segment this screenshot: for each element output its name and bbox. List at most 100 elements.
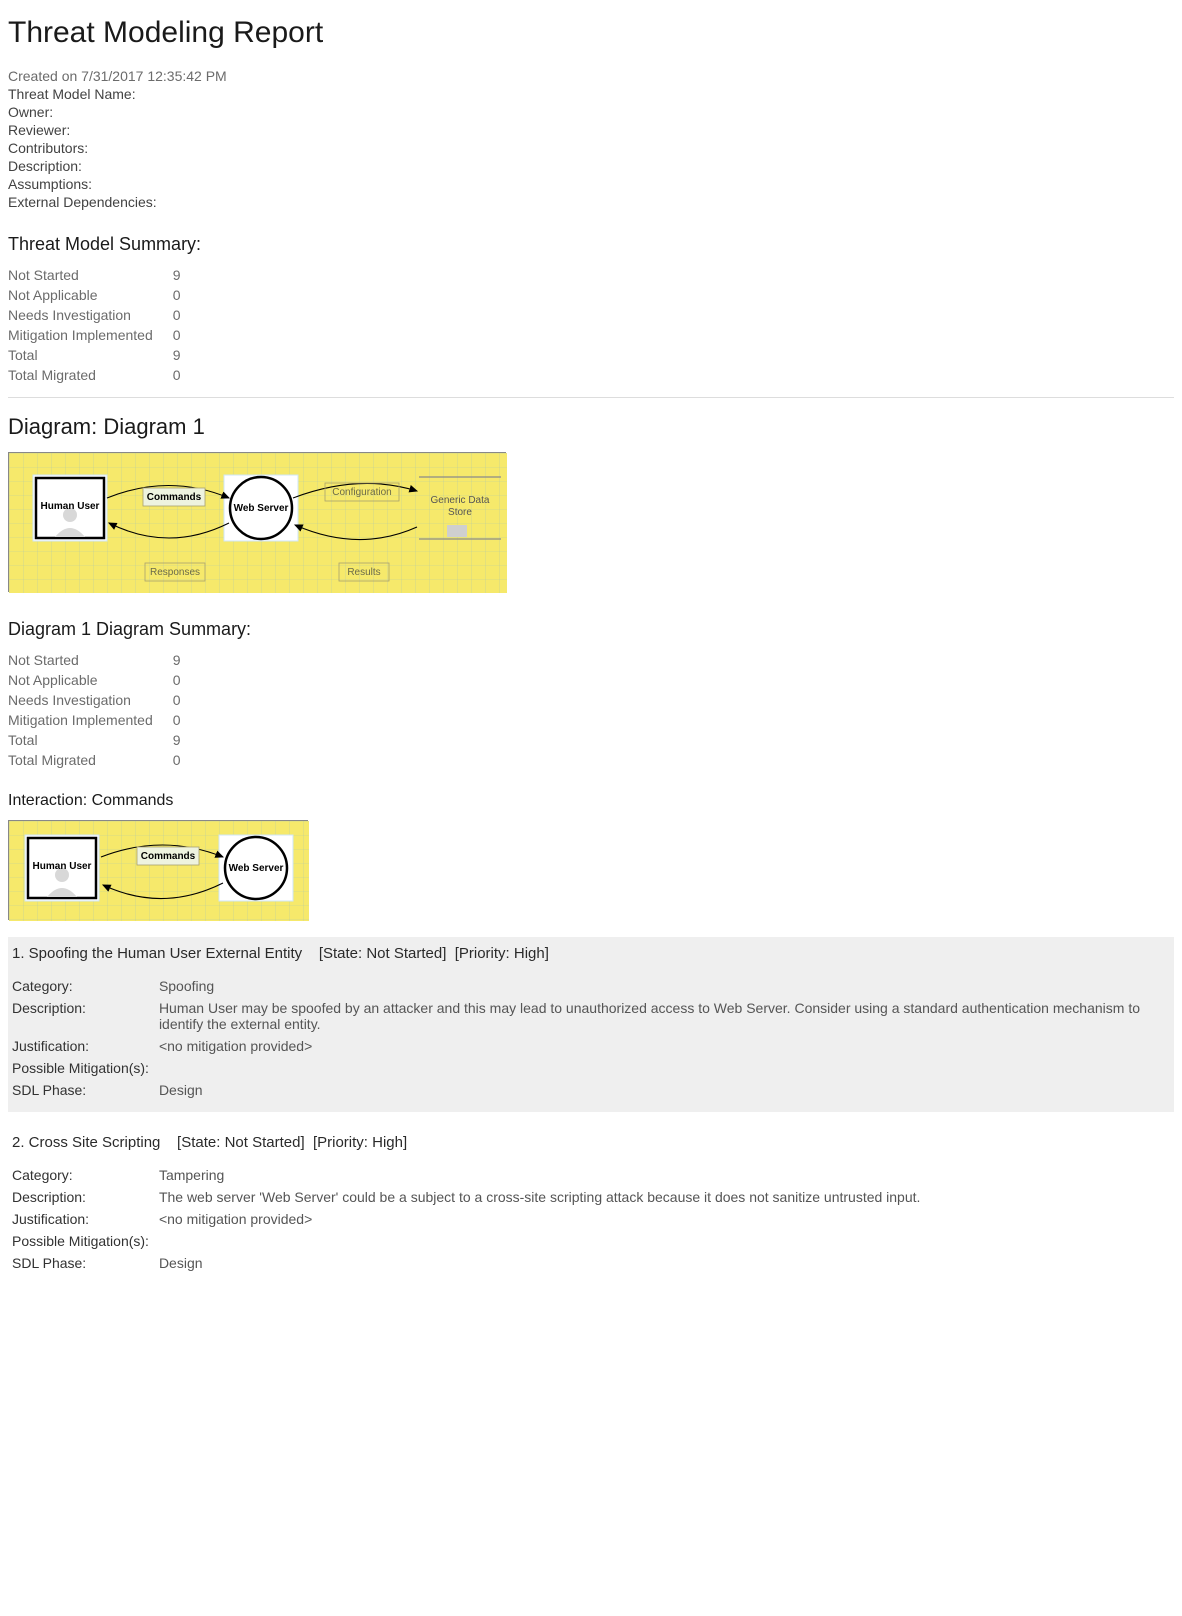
interaction-diagram: Human User Web Server Commands — [8, 820, 308, 920]
threat-details: Category: Spoofing Description: Human Us… — [12, 976, 1170, 1102]
table-row: Category: Tampering — [12, 1165, 930, 1187]
created-on: Created on 7/31/2017 12:35:42 PM — [8, 68, 1174, 84]
summary-value: 0 — [161, 305, 189, 325]
node-web-server: Web Server — [234, 503, 289, 514]
table-row: Category: Spoofing — [12, 976, 1170, 998]
summary-value: 0 — [161, 710, 189, 730]
node-web-server-small: Web Server — [229, 863, 284, 874]
table-row: Not Applicable0 — [8, 670, 189, 690]
table-row: Total9 — [8, 730, 189, 750]
diagram-1: Human User Web Server Generic Data Store… — [8, 452, 506, 592]
flow-commands: Commands — [147, 492, 202, 503]
svg-text:Store: Store — [448, 507, 472, 518]
table-row: Justification: <no mitigation provided> — [12, 1209, 930, 1231]
model-name-label: Threat Model Name: — [8, 86, 1174, 102]
category-label: Category: — [12, 1165, 159, 1187]
table-row: SDL Phase: Design — [12, 1080, 1170, 1102]
category-label: Category: — [12, 976, 159, 998]
threat-header: 1. Spoofing the Human User External Enti… — [12, 945, 1170, 962]
contributors-label: Contributors: — [8, 140, 1174, 156]
summary-label: Total Migrated — [8, 750, 161, 770]
diagram-summary-heading: Diagram 1 Diagram Summary: — [8, 619, 1174, 640]
description-value: Human User may be spoofed by an attacker… — [159, 998, 1170, 1036]
description-label: Description: — [12, 1187, 159, 1209]
summary-label: Mitigation Implemented — [8, 710, 161, 730]
category-value: Spoofing — [159, 976, 1170, 998]
category-value: Tampering — [159, 1165, 930, 1187]
assumptions-label: Assumptions: — [8, 176, 1174, 192]
node-data-store: Generic Data — [431, 495, 490, 506]
summary-value: 0 — [161, 365, 189, 385]
page-title: Threat Modeling Report — [8, 16, 1174, 50]
table-row: Needs Investigation0 — [8, 690, 189, 710]
table-row: Needs Investigation0 — [8, 305, 189, 325]
table-row: SDL Phase: Design — [12, 1253, 930, 1275]
divider — [8, 397, 1174, 398]
owner-label: Owner: — [8, 104, 1174, 120]
summary-label: Total — [8, 730, 161, 750]
summary-value: 9 — [161, 265, 189, 285]
summary-label: Needs Investigation — [8, 305, 161, 325]
mitigations-label: Possible Mitigation(s): — [12, 1058, 159, 1080]
justification-label: Justification: — [12, 1036, 159, 1058]
summary-label: Needs Investigation — [8, 690, 161, 710]
threat-2: 2. Cross Site Scripting [State: Not Star… — [8, 1126, 1174, 1285]
table-row: Description: Human User may be spoofed b… — [12, 998, 1170, 1036]
summary-value: 0 — [161, 325, 189, 345]
sdl-value: Design — [159, 1253, 930, 1275]
table-row: Justification: <no mitigation provided> — [12, 1036, 1170, 1058]
meta-block: Created on 7/31/2017 12:35:42 PM Threat … — [8, 68, 1174, 210]
mitigations-value — [159, 1058, 1170, 1080]
flow-results: Results — [347, 567, 380, 578]
summary-label: Mitigation Implemented — [8, 325, 161, 345]
reviewer-label: Reviewer: — [8, 122, 1174, 138]
interaction-svg: Human User Web Server Commands — [9, 821, 309, 921]
node-human-user: Human User — [41, 501, 100, 512]
threat-1: 1. Spoofing the Human User External Enti… — [8, 937, 1174, 1112]
justification-value: <no mitigation provided> — [159, 1036, 1170, 1058]
summary-heading: Threat Model Summary: — [8, 234, 1174, 255]
sdl-value: Design — [159, 1080, 1170, 1102]
description-label: Description: — [12, 998, 159, 1036]
diagram-heading: Diagram: Diagram 1 — [8, 414, 1174, 440]
table-row: Total Migrated0 — [8, 750, 189, 770]
threat-header: 2. Cross Site Scripting [State: Not Star… — [12, 1134, 1170, 1151]
summary-value: 9 — [161, 650, 189, 670]
flow-responses: Responses — [150, 567, 200, 578]
flow-configuration: Configuration — [332, 487, 391, 498]
summary-label: Not Started — [8, 650, 161, 670]
summary-value: 0 — [161, 285, 189, 305]
table-row: Not Started9 — [8, 650, 189, 670]
table-row: Mitigation Implemented0 — [8, 325, 189, 345]
summary-label: Total Migrated — [8, 365, 161, 385]
table-row: Total Migrated0 — [8, 365, 189, 385]
description-value: The web server 'Web Server' could be a s… — [159, 1187, 930, 1209]
justification-value: <no mitigation provided> — [159, 1209, 930, 1231]
justification-label: Justification: — [12, 1209, 159, 1231]
summary-value: 9 — [161, 345, 189, 365]
summary-label: Total — [8, 345, 161, 365]
summary-label: Not Applicable — [8, 285, 161, 305]
table-row: Not Applicable0 — [8, 285, 189, 305]
table-row: Possible Mitigation(s): — [12, 1058, 1170, 1080]
summary-label: Not Started — [8, 265, 161, 285]
threat-details: Category: Tampering Description: The web… — [12, 1165, 930, 1275]
node-human-user-small: Human User — [33, 861, 92, 872]
mitigations-label: Possible Mitigation(s): — [12, 1231, 159, 1253]
table-row: Not Started9 — [8, 265, 189, 285]
diagram-summary-table: Not Started9 Not Applicable0 Needs Inves… — [8, 650, 189, 770]
interaction-heading: Interaction: Commands — [8, 792, 1174, 810]
external-dependencies-label: External Dependencies: — [8, 194, 1174, 210]
table-row: Mitigation Implemented0 — [8, 710, 189, 730]
sdl-label: SDL Phase: — [12, 1253, 159, 1275]
table-row: Possible Mitigation(s): — [12, 1231, 930, 1253]
sdl-label: SDL Phase: — [12, 1080, 159, 1102]
description-label: Description: — [8, 158, 1174, 174]
summary-value: 9 — [161, 730, 189, 750]
table-row: Total9 — [8, 345, 189, 365]
flow-commands-small: Commands — [141, 851, 196, 862]
mitigations-value — [159, 1231, 930, 1253]
summary-value: 0 — [161, 670, 189, 690]
diagram-svg: Human User Web Server Generic Data Store… — [9, 453, 507, 593]
summary-label: Not Applicable — [8, 670, 161, 690]
